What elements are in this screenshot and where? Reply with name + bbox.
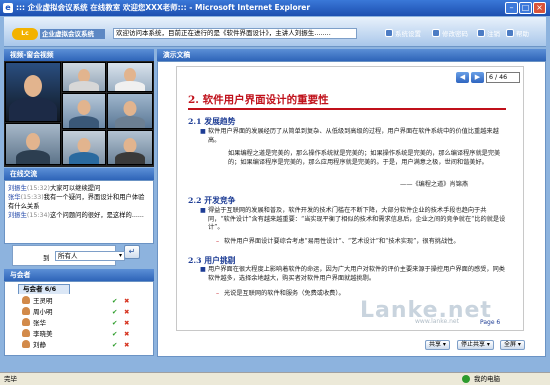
section-heading: 2.1 发展趋势 — [188, 117, 236, 126]
maximize-icon[interactable]: □ — [519, 2, 532, 14]
check-icon[interactable]: ✔ — [112, 318, 117, 328]
bullet-icon: ■ — [200, 207, 206, 214]
video-panel-header: 视频-窗会视频 — [4, 49, 154, 61]
status-bar: 完毕 我的电脑 — [0, 372, 550, 385]
attendee-row[interactable]: 王灵明 ✔ ✖ — [22, 296, 142, 306]
section-bullet: ■ 用户界面在很大程度上影响着软件的命运，因为广大用户对软件的评价主要来源于操控用… — [200, 266, 505, 282]
user-icon — [22, 296, 30, 304]
nav-settings[interactable]: 系统设置 — [385, 29, 421, 39]
prev-page-icon[interactable]: ◀ — [456, 72, 469, 83]
recipient-label: 到 — [43, 254, 50, 262]
video-participant-6[interactable] — [5, 123, 61, 165]
video-participant-8[interactable] — [107, 130, 153, 165]
section-heading: 2.2 开发竞争 — [188, 196, 236, 205]
nav-change-password[interactable]: 修改密码 — [432, 29, 468, 39]
zone-text: 我的电脑 — [474, 375, 500, 383]
attendees-panel-header: 与会者 — [4, 269, 154, 281]
video-participant-4[interactable] — [62, 93, 106, 129]
document-panel-header: 演示文稿 — [157, 49, 546, 61]
section-bullet: ■ 软件用户界面的发展经历了从简单到复杂、从低级到高级的过程，用户界面在软件系统中… — [200, 128, 499, 144]
status-text: 完毕 — [4, 375, 17, 383]
computer-icon — [462, 375, 470, 383]
chat-panel-header: 在线交流 — [4, 168, 154, 180]
remove-icon[interactable]: ✖ — [124, 318, 129, 328]
video-main-speaker[interactable] — [5, 62, 61, 122]
video-participant-5[interactable] — [107, 93, 153, 129]
chat-message: 张华(15:33)我有一个疑问，界面设计和用户体验有什么关系 — [8, 194, 145, 210]
check-icon[interactable]: ✔ — [112, 296, 117, 306]
minimize-icon[interactable]: – — [505, 2, 518, 14]
user-icon — [22, 340, 30, 348]
section-heading: 2.3 用户挑剔 — [188, 256, 236, 265]
logout-icon — [477, 29, 485, 37]
user-icon — [22, 329, 30, 337]
attendee-row[interactable]: 刘静 ✔ ✖ — [22, 340, 142, 350]
watermark-url: www.lanke.net — [415, 318, 459, 325]
logo: Lc — [12, 28, 38, 40]
share-button[interactable]: 共享 ▾ — [425, 340, 450, 350]
video-participant-2[interactable] — [62, 62, 106, 92]
stop-share-button[interactable]: 停止共享 ▾ — [457, 340, 494, 350]
slide-title: 2. 软件用户界面设计的重要性 — [188, 94, 329, 106]
ie-icon: e — [3, 3, 13, 13]
video-grid — [4, 61, 154, 167]
remove-icon[interactable]: ✖ — [124, 340, 129, 350]
nav-help[interactable]: 帮助 — [506, 29, 529, 39]
window-title: ::: 企业虚拟会议系统 在线教室 欢迎您XXX老师::: - Microsof… — [16, 3, 311, 12]
fullscreen-button[interactable]: 全屏 ▾ — [500, 340, 525, 350]
quote-citation: ——《编程之道》肖锦燕 — [400, 181, 469, 188]
tab-attendees[interactable]: 与会者 6/6 — [18, 284, 70, 294]
nav-logout[interactable]: 注销 — [477, 29, 500, 39]
section-bullet: ■ 得益于互联网的发展和普及，软件开发的技术门槛在不断下降，大部分软件企业的技术手… — [200, 207, 506, 231]
key-icon — [432, 29, 440, 37]
chat-message: 刘振生(15:32)大家可以继续提问 — [8, 185, 101, 192]
return-arrow-icon: ↵ — [128, 247, 136, 256]
title-underline — [188, 108, 506, 110]
chat-messages: 刘振生(15:32)大家可以继续提问 张华(15:33)我有一个疑问，界面设计和… — [4, 180, 154, 244]
check-icon[interactable]: ✔ — [112, 329, 117, 339]
slide-page-label: Page 6 — [480, 319, 501, 326]
remove-icon[interactable]: ✖ — [124, 307, 129, 317]
next-page-icon[interactable]: ▶ — [471, 72, 484, 83]
section-quote: 如果编程之道是完美的，那么操作系统就是完美的；如果操作系统是完美的，那么编译程序… — [228, 150, 501, 166]
recipient-select[interactable]: 所有人 — [55, 251, 125, 261]
attendee-row[interactable]: 张华 ✔ ✖ — [22, 318, 142, 328]
page-number-input[interactable]: 6 / 46 — [486, 72, 520, 83]
system-name: 企业虚拟会议系统 — [40, 29, 105, 39]
user-icon — [22, 318, 30, 326]
check-icon[interactable]: ✔ — [112, 340, 117, 350]
close-icon[interactable]: × — [533, 2, 546, 14]
user-icon — [22, 307, 30, 315]
bullet-icon: ■ — [200, 266, 206, 273]
chat-message: 刘振生(15:34)这个问题问的很好，是这样的...... — [8, 212, 144, 219]
video-participant-7[interactable] — [62, 130, 106, 165]
announcement-marquee: 欢迎访问本系统，目前正在进行的是《软件界面设计》，主讲人刘振生........ — [113, 28, 357, 39]
remove-icon[interactable]: ✖ — [124, 296, 129, 306]
video-participant-3[interactable] — [107, 62, 153, 92]
attendee-row[interactable]: 周小明 ✔ ✖ — [22, 307, 142, 317]
window-titlebar: ::: 企业虚拟会议系统 在线教室 欢迎您XXX老师::: - Microsof… — [0, 0, 550, 16]
section-subpoint: – 软件用户界面设计要综合考虑“易用性设计”、“艺术设计”和“技术实现”，很有挑战… — [216, 238, 460, 245]
page-nav: ◀ ▶ — [456, 72, 486, 83]
check-icon[interactable]: ✔ — [112, 307, 117, 317]
send-button[interactable]: ↵ — [124, 245, 140, 259]
help-icon — [506, 29, 514, 37]
settings-icon — [385, 29, 393, 37]
bullet-icon: ■ — [200, 128, 206, 135]
attendee-row[interactable]: 李晓美 ✔ ✖ — [22, 329, 142, 339]
remove-icon[interactable]: ✖ — [124, 329, 129, 339]
